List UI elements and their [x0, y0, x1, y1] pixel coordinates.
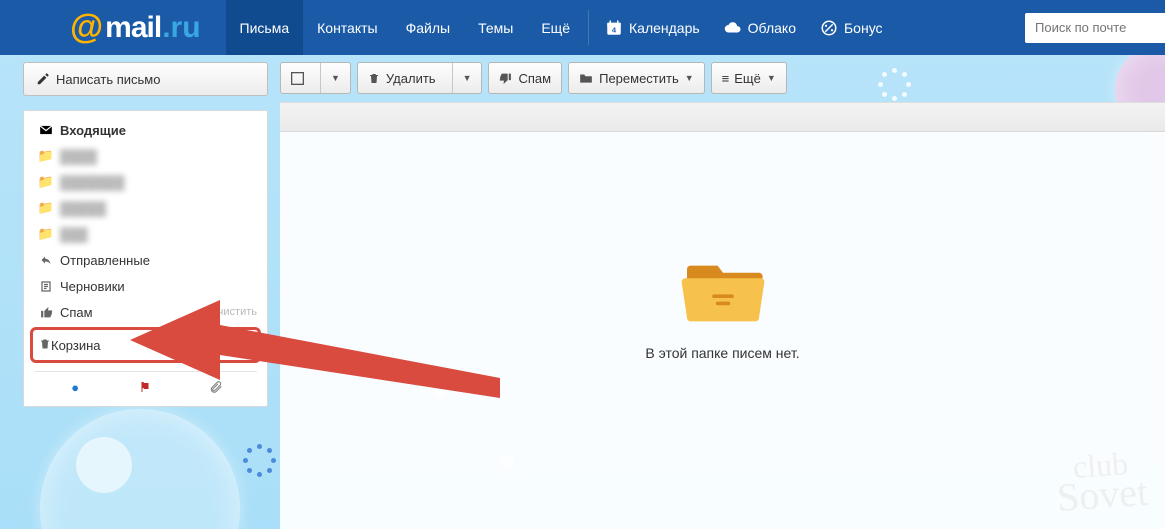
- inbox-icon: [38, 124, 54, 136]
- delete-label: Удалить: [386, 71, 436, 86]
- chevron-down-icon: ▼: [331, 73, 340, 83]
- nav-mail[interactable]: Письма: [226, 0, 304, 55]
- nav-themes[interactable]: Темы: [464, 0, 527, 55]
- folder-list: Входящие 📁 ████ 📁 ███████ 📁 █████ 📁 ███ …: [23, 110, 268, 407]
- folder-icon: 📁: [38, 200, 54, 216]
- logo-ru: .ru: [162, 11, 200, 45]
- message-toolbar: ▼ Удалить ▼ Спам Переместить ▼ ≡ Ещё ▼: [280, 62, 787, 94]
- select-all-button[interactable]: ▼: [280, 62, 351, 94]
- folder-drafts[interactable]: Черновики: [24, 273, 267, 299]
- folder-trash-label: Корзина: [51, 338, 101, 353]
- compose-button[interactable]: Написать письмо: [23, 62, 268, 96]
- empty-folder-state: В этой папке писем нет.: [280, 253, 1165, 361]
- folder-custom-1[interactable]: 📁 ████: [24, 143, 267, 169]
- service-bonus[interactable]: Бонус: [808, 0, 895, 55]
- service-calendar[interactable]: 4 Календарь: [593, 0, 712, 55]
- compose-icon: [36, 72, 50, 86]
- folder-custom-2[interactable]: 📁 ███████: [24, 169, 267, 195]
- folder-sent-label: Отправленные: [60, 253, 257, 268]
- chevron-down-icon: ▼: [685, 73, 694, 83]
- folder-spam[interactable]: Спам очистить: [24, 299, 267, 325]
- nav-contacts[interactable]: Контакты: [303, 0, 391, 55]
- folder-inbox[interactable]: Входящие: [24, 117, 267, 143]
- message-list-header: [280, 103, 1165, 132]
- logo-mail: mail: [105, 11, 161, 45]
- service-cloud-label: Облако: [748, 20, 796, 36]
- compose-label: Написать письмо: [56, 72, 160, 87]
- trash-icon: [368, 72, 380, 85]
- chevron-down-icon: ▼: [463, 73, 472, 83]
- spam-icon: [38, 306, 54, 319]
- folder-custom-3[interactable]: 📁 █████: [24, 195, 267, 221]
- service-calendar-label: Календарь: [629, 20, 700, 36]
- more-button[interactable]: ≡ Ещё ▼: [711, 62, 787, 94]
- spam-button[interactable]: Спам: [488, 62, 562, 94]
- bonus-icon: [820, 19, 838, 37]
- main-nav: Письма Контакты Файлы Темы Ещё: [226, 0, 584, 55]
- nav-files[interactable]: Файлы: [392, 0, 464, 55]
- search-container: [1025, 0, 1165, 55]
- nav-more[interactable]: Ещё: [527, 0, 584, 55]
- folder-icon: 📁: [38, 174, 54, 190]
- more-label: Ещё: [734, 71, 761, 86]
- folder-icon: [579, 72, 593, 84]
- thumbs-down-icon: [499, 72, 512, 85]
- calendar-icon: 4: [605, 19, 623, 37]
- drafts-icon: [38, 280, 54, 293]
- folder-icon: 📁: [38, 148, 54, 164]
- cloud-icon: [724, 19, 742, 37]
- watermark: clubSovet: [1054, 450, 1149, 514]
- trash-icon: [39, 337, 51, 354]
- tab-flagged-icon[interactable]: [138, 380, 152, 394]
- logo[interactable]: @ mail .ru: [0, 0, 226, 55]
- move-label: Переместить: [599, 71, 679, 86]
- delete-button[interactable]: Удалить ▼: [357, 62, 483, 94]
- folder-drafts-label: Черновики: [60, 279, 257, 294]
- tab-unread-dot-icon[interactable]: ●: [68, 380, 82, 394]
- folder-inbox-label: Входящие: [60, 123, 257, 138]
- empty-message: В этой папке писем нет.: [280, 345, 1165, 361]
- move-button[interactable]: Переместить ▼: [568, 62, 705, 94]
- logo-at: @: [70, 8, 103, 47]
- checkbox-icon: [291, 72, 304, 85]
- empty-folder-icon: [678, 253, 768, 323]
- folder-custom-4[interactable]: 📁 ███: [24, 221, 267, 247]
- reply-icon: [38, 254, 54, 266]
- message-pane: В этой папке писем нет.: [280, 102, 1165, 529]
- folder-icon: 📁: [38, 226, 54, 242]
- service-cloud[interactable]: Облако: [712, 0, 808, 55]
- spam-label: Спам: [518, 71, 551, 86]
- service-bonus-label: Бонус: [844, 20, 883, 36]
- folder-trash[interactable]: Корзина: [30, 327, 261, 363]
- search-input[interactable]: [1025, 13, 1165, 43]
- clear-spam-link[interactable]: очистить: [212, 306, 257, 318]
- menu-icon: ≡: [722, 71, 729, 86]
- tab-attachments-icon[interactable]: [209, 380, 223, 394]
- folder-sent[interactable]: Отправленные: [24, 247, 267, 273]
- app-header: @ mail .ru Письма Контакты Файлы Темы Ещ…: [0, 0, 1165, 55]
- folder-filter-tabs: ●: [24, 378, 267, 396]
- folder-spam-label: Спам: [60, 305, 212, 320]
- chevron-down-icon: ▼: [767, 73, 776, 83]
